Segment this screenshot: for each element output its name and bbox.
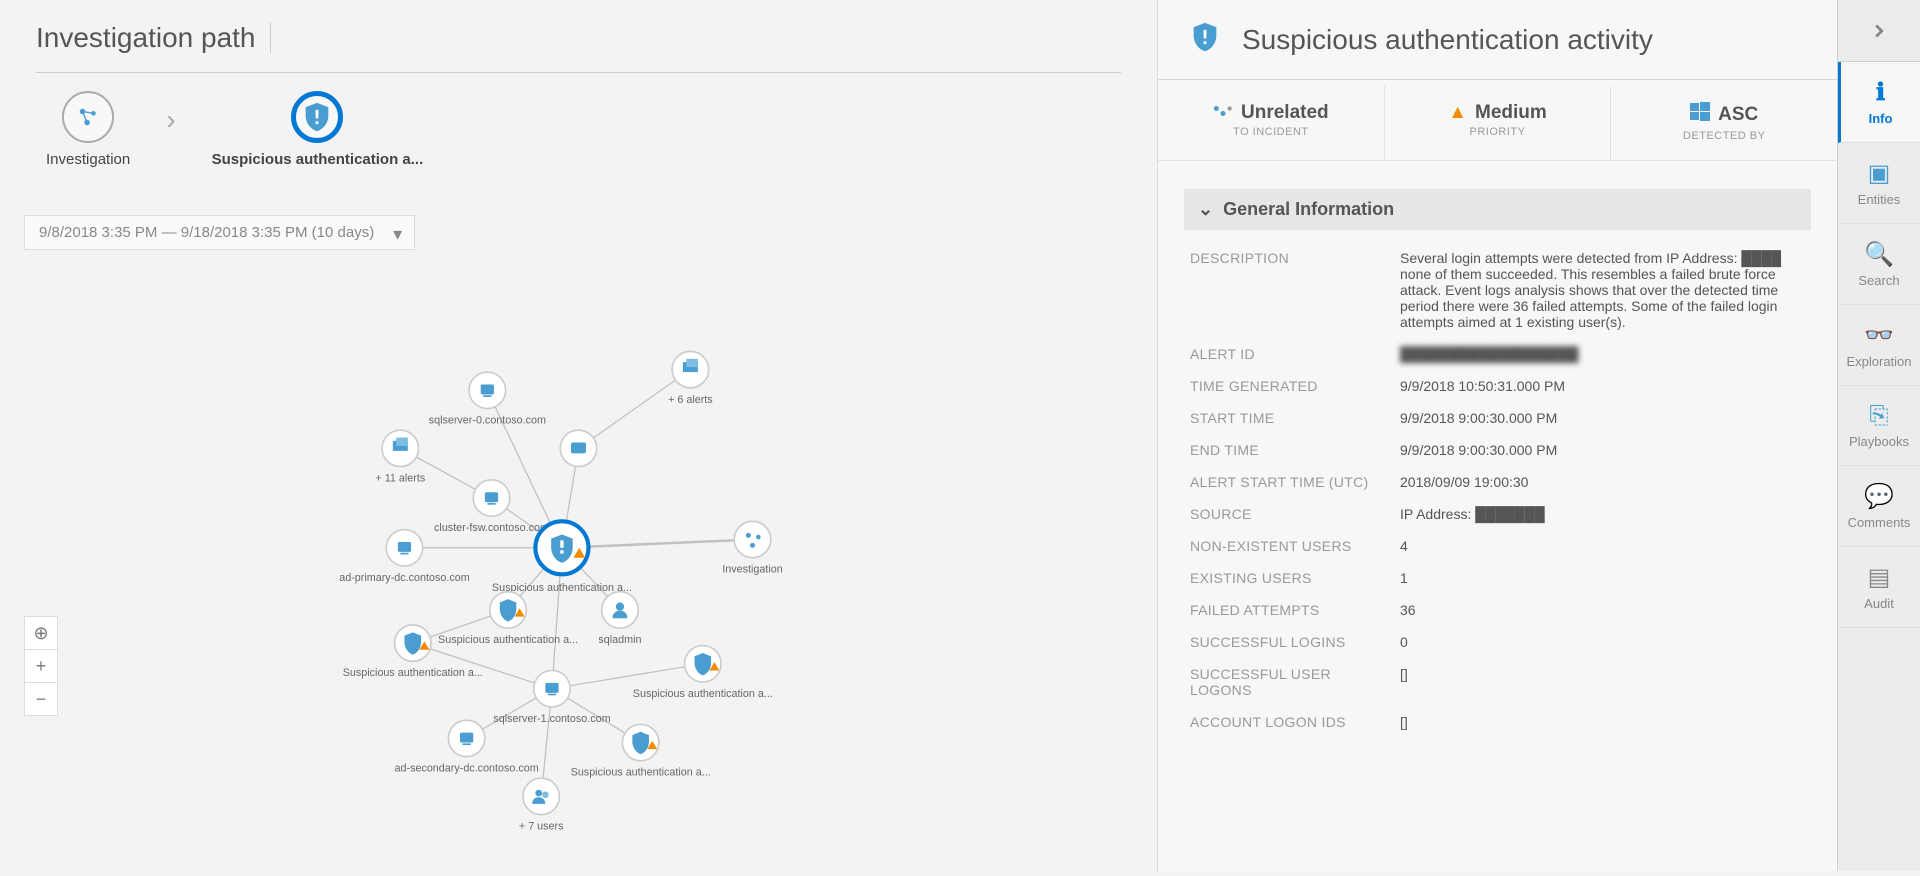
side-tabs: ℹ Info ▣ Entities 🔍 Search 👓 Exploration…	[1838, 0, 1920, 871]
label-start-time: START TIME	[1190, 410, 1390, 426]
label-alert-id: ALERT ID	[1190, 346, 1390, 362]
value-alert-id: ██████████████████	[1400, 346, 1807, 362]
graph-icon	[62, 91, 114, 143]
value-end-time: 9/9/2018 9:00:30.000 PM	[1400, 442, 1807, 458]
svg-text:+ 11 alerts: + 11 alerts	[375, 472, 425, 484]
svg-text:+ 7 users: + 7 users	[519, 821, 564, 833]
svg-text:Suspicious authentication a...: Suspicious authentication a...	[438, 634, 578, 646]
chevron-down-icon: ⌄	[1198, 199, 1213, 220]
value-nonexistent-users: 4	[1400, 538, 1807, 554]
label-account-logon-ids: ACCOUNT LOGON IDS	[1190, 714, 1390, 730]
label-alert-start-utc: ALERT START TIME (UTC)	[1190, 474, 1390, 490]
graph-controls: ⊕ + −	[24, 617, 58, 716]
label-end-time: END TIME	[1190, 442, 1390, 458]
comment-icon: 💬	[1864, 482, 1894, 511]
tab-info[interactable]: ℹ Info	[1838, 62, 1920, 143]
graph-node-alert[interactable]: Suspicious authentication a...	[343, 625, 483, 679]
playbook-icon: ⎘	[1869, 402, 1888, 430]
details-panel: Suspicious authentication activity Unrel…	[1158, 0, 1838, 871]
value-source: IP Address: ███████	[1400, 506, 1807, 522]
value-description: Several login attempts were detected fro…	[1400, 250, 1807, 330]
label-failed-attempts: FAILED ATTEMPTS	[1190, 602, 1390, 618]
entities-icon: ▣	[1868, 159, 1891, 188]
graph-node-folder[interactable]	[560, 430, 596, 466]
value-failed-attempts: 36	[1400, 602, 1807, 618]
label-time-generated: TIME GENERATED	[1190, 378, 1390, 394]
info-icon: ℹ	[1876, 78, 1885, 107]
label-successful-user-logons: SUCCESSFUL USER LOGONS	[1190, 666, 1390, 698]
svg-text:Suspicious authentication a...: Suspicious authentication a...	[571, 767, 711, 779]
graph-node-users[interactable]: + 7 users	[519, 778, 564, 832]
svg-text:Suspicious authentication a...: Suspicious authentication a...	[343, 667, 483, 679]
investigation-graph[interactable]: sqlserver-0.contoso.com + 6 alerts + 11 …	[0, 150, 1157, 871]
page-title: Investigation path	[36, 22, 271, 53]
svg-text:ad-secondary-dc.contoso.com: ad-secondary-dc.contoso.com	[395, 763, 539, 775]
graph-node-host[interactable]: cluster-fsw.contoso.com	[434, 480, 549, 534]
meta-priority[interactable]: ▲ Medium PRIORITY	[1385, 86, 1612, 160]
tab-audit[interactable]: ▤ Audit	[1838, 547, 1920, 628]
graph-node-alert[interactable]: Suspicious authentication a...	[571, 724, 711, 778]
meta-incident[interactable]: Unrelated TO INCIDENT	[1158, 86, 1385, 160]
shield-alert-icon	[291, 91, 343, 143]
value-start-time: 9/9/2018 9:00:30.000 PM	[1400, 410, 1807, 426]
tab-exploration[interactable]: 👓 Exploration	[1838, 305, 1920, 386]
graph-node-host[interactable]: sqlserver-1.contoso.com	[493, 670, 610, 724]
link-icon	[1213, 102, 1233, 124]
label-nonexistent-users: NON-EXISTENT USERS	[1190, 538, 1390, 554]
zoom-out-button[interactable]: −	[24, 682, 58, 716]
audit-icon: ▤	[1868, 563, 1891, 592]
graph-node-user[interactable]: sqladmin	[598, 592, 641, 646]
svg-text:ad-primary-dc.contoso.com: ad-primary-dc.contoso.com	[339, 572, 469, 584]
graph-node-host[interactable]: ad-secondary-dc.contoso.com	[395, 720, 539, 774]
tab-search[interactable]: 🔍 Search	[1838, 224, 1920, 305]
label-source: SOURCE	[1190, 506, 1390, 522]
value-existing-users: 1	[1400, 570, 1807, 586]
svg-text:Suspicious authentication a...: Suspicious authentication a...	[633, 688, 773, 700]
value-successful-logins: 0	[1400, 634, 1807, 650]
details-title: Suspicious authentication activity	[1242, 24, 1653, 56]
tab-playbooks[interactable]: ⎘ Playbooks	[1838, 386, 1920, 466]
tab-comments[interactable]: 💬 Comments	[1838, 466, 1920, 547]
svg-text:sqlserver-0.contoso.com: sqlserver-0.contoso.com	[429, 414, 546, 426]
value-successful-user-logons: []	[1400, 666, 1807, 698]
graph-node-investigation[interactable]: Investigation	[722, 521, 782, 575]
collapse-button[interactable]	[1838, 0, 1920, 62]
meta-row: Unrelated TO INCIDENT ▲ Medium PRIORITY …	[1158, 86, 1837, 161]
value-time-generated: 9/9/2018 10:50:31.000 PM	[1400, 378, 1807, 394]
section-general-info[interactable]: ⌄ General Information	[1184, 189, 1811, 230]
binoculars-icon: 👓	[1864, 321, 1894, 350]
svg-text:+ 6 alerts: + 6 alerts	[668, 394, 713, 406]
locate-button[interactable]: ⊕	[24, 616, 58, 650]
label-existing-users: EXISTING USERS	[1190, 570, 1390, 586]
chevron-right-icon: ›	[166, 104, 175, 136]
windows-icon	[1690, 102, 1710, 128]
meta-detected-by[interactable]: ASC DETECTED BY	[1611, 86, 1837, 160]
search-icon: 🔍	[1864, 240, 1894, 269]
svg-text:Investigation: Investigation	[722, 564, 782, 576]
shield-icon	[1188, 20, 1222, 59]
graph-node-host[interactable]: sqlserver-0.contoso.com	[429, 372, 546, 426]
svg-text:sqlserver-1.contoso.com: sqlserver-1.contoso.com	[493, 713, 610, 725]
warning-icon: ▲	[1448, 102, 1467, 124]
label-successful-logins: SUCCESSFUL LOGINS	[1190, 634, 1390, 650]
value-alert-start-utc: 2018/09/09 19:00:30	[1400, 474, 1807, 490]
graph-node-alerts[interactable]: + 6 alerts	[668, 351, 713, 405]
investigation-panel: Investigation path Investigation › Suspi…	[0, 0, 1158, 871]
graph-node-host[interactable]: ad-primary-dc.contoso.com	[339, 530, 469, 584]
label-description: DESCRIPTION	[1190, 250, 1390, 330]
svg-text:sqladmin: sqladmin	[598, 634, 641, 646]
value-account-logon-ids: []	[1400, 714, 1807, 730]
graph-node-alert[interactable]: Suspicious authentication a...	[633, 646, 773, 700]
svg-text:cluster-fsw.contoso.com: cluster-fsw.contoso.com	[434, 522, 549, 534]
tab-entities[interactable]: ▣ Entities	[1838, 143, 1920, 224]
zoom-in-button[interactable]: +	[24, 649, 58, 683]
